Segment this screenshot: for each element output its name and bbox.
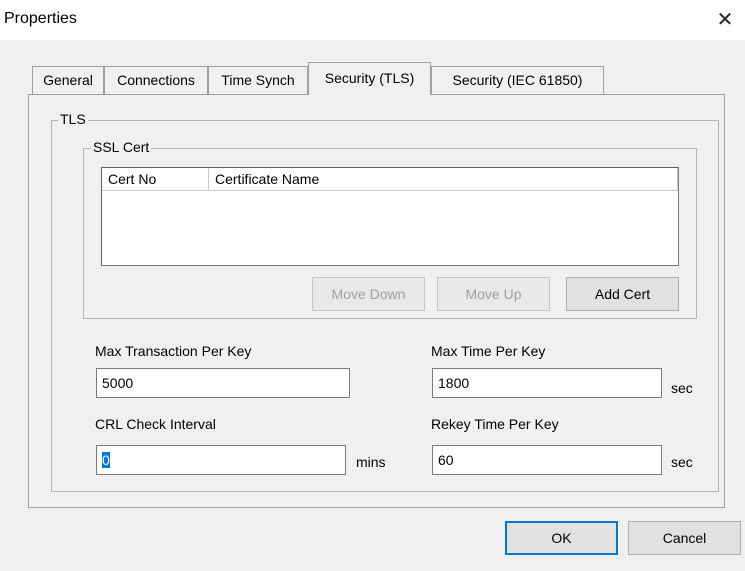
crl-interval-value: 0 (102, 452, 110, 468)
tls-group-label: TLS (58, 111, 88, 127)
close-icon[interactable]: ✕ (705, 6, 745, 34)
rekey-time-unit: sec (671, 454, 693, 470)
tab-connections[interactable]: Connections (104, 66, 208, 94)
max-time-input[interactable]: 1800 (432, 368, 662, 398)
cancel-button[interactable]: Cancel (628, 521, 741, 555)
ok-button[interactable]: OK (505, 521, 618, 555)
column-header-certificate-name[interactable]: Certificate Name (209, 168, 678, 191)
tab-security-tls[interactable]: Security (TLS) (308, 62, 431, 95)
max-time-label: Max Time Per Key (431, 343, 546, 359)
rekey-time-label: Rekey Time Per Key (431, 416, 559, 432)
add-cert-button[interactable]: Add Cert (566, 277, 679, 311)
move-up-button[interactable]: Move Up (437, 277, 550, 311)
max-transaction-label: Max Transaction Per Key (95, 343, 252, 359)
max-transaction-input[interactable]: 5000 (96, 368, 350, 398)
tab-security-iec-61850[interactable]: Security (IEC 61850) (431, 66, 604, 94)
crl-interval-input[interactable]: 0 (96, 445, 346, 475)
tab-general[interactable]: General (32, 66, 104, 94)
crl-interval-unit: mins (356, 454, 386, 470)
title-bar (0, 0, 745, 40)
ssl-cert-group-label: SSL Cert (91, 139, 152, 155)
rekey-time-input[interactable]: 60 (432, 445, 662, 475)
column-header-cert-no[interactable]: Cert No (102, 168, 209, 191)
crl-interval-label: CRL Check Interval (95, 416, 216, 432)
tab-time-synch[interactable]: Time Synch (208, 66, 308, 94)
window-title: Properties (4, 10, 77, 27)
cert-list[interactable]: Cert No Certificate Name (101, 167, 679, 266)
move-down-button[interactable]: Move Down (312, 277, 425, 311)
max-time-unit: sec (671, 380, 693, 396)
